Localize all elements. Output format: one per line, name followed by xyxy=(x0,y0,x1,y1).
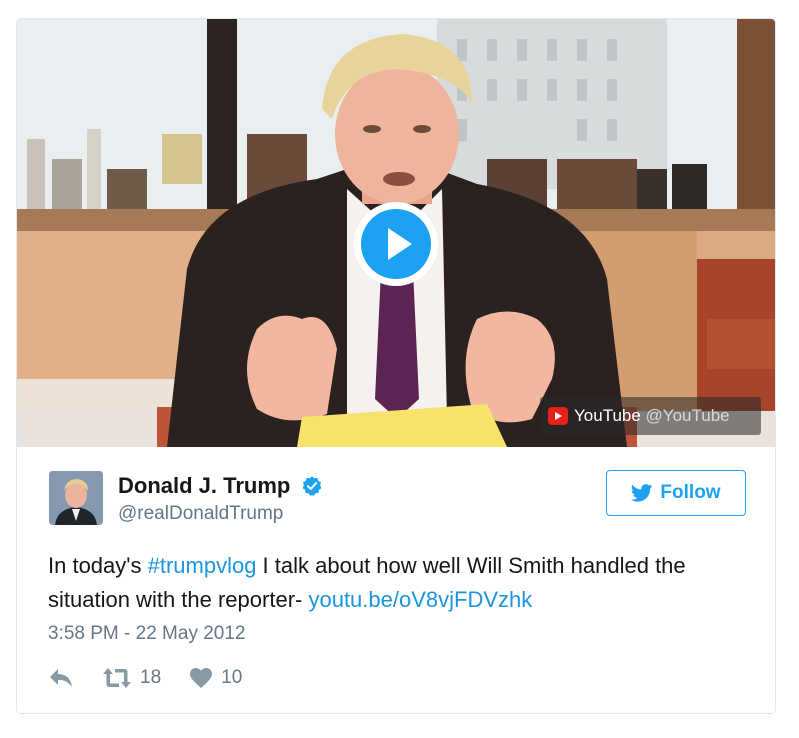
heart-icon xyxy=(190,668,213,688)
youtube-attribution-badge[interactable]: YouTube @YouTube xyxy=(540,397,761,435)
tweet-text: In today's #trumpvlog I talk about how w… xyxy=(48,549,748,617)
retweet-button[interactable]: 18 xyxy=(102,667,161,689)
avatar[interactable] xyxy=(49,471,103,525)
retweet-count: 18 xyxy=(140,667,162,688)
like-button[interactable]: 10 xyxy=(189,667,242,689)
verified-badge-icon xyxy=(302,476,322,496)
youtube-label: YouTube xyxy=(574,406,641,425)
follow-button[interactable]: Follow xyxy=(606,470,746,516)
play-button[interactable] xyxy=(354,202,438,286)
tweet-timestamp[interactable]: 3:58 PM - 22 May 2012 xyxy=(48,623,246,645)
hashtag-link[interactable]: #trumpvlog xyxy=(148,553,257,578)
author-screen-name[interactable]: @realDonaldTrump xyxy=(118,503,283,525)
twitter-bird-icon xyxy=(631,484,653,502)
video-url-link[interactable]: youtu.be/oV8vjFDVzhk xyxy=(308,587,532,612)
reply-icon xyxy=(50,669,72,687)
tweet-text-prefix: In today's xyxy=(48,553,148,578)
reply-button[interactable] xyxy=(48,667,74,689)
youtube-handle: @YouTube xyxy=(645,406,730,425)
follow-label: Follow xyxy=(660,482,721,503)
like-count: 10 xyxy=(221,667,243,688)
embedded-tweet-card: YouTube @YouTube Donald J. Trump @realDo… xyxy=(16,18,776,714)
author-display-name[interactable]: Donald J. Trump xyxy=(118,473,290,498)
youtube-logo-icon xyxy=(548,407,568,425)
play-icon xyxy=(361,209,431,279)
author-name-row[interactable]: Donald J. Trump xyxy=(118,473,323,503)
video-thumbnail[interactable]: YouTube @YouTube xyxy=(17,19,775,447)
tweet-actions: 18 10 xyxy=(48,665,242,691)
retweet-icon xyxy=(103,668,131,688)
